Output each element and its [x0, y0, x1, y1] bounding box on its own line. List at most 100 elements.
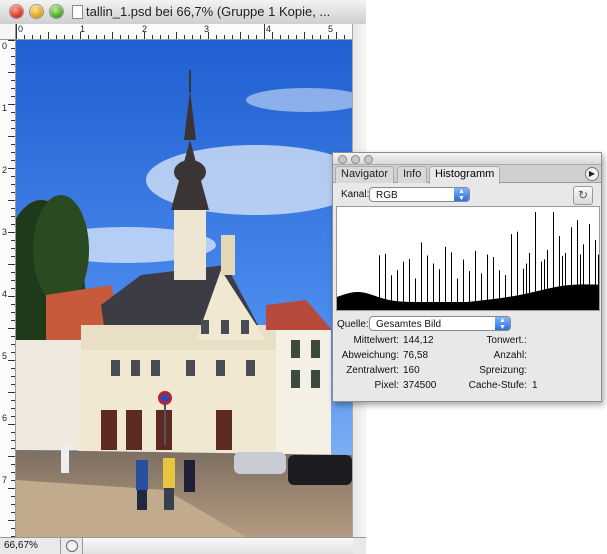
histogram-bar: [583, 244, 584, 310]
ruler-tick: [8, 136, 15, 137]
histogram-bar: [465, 301, 466, 310]
close-icon[interactable]: [10, 5, 23, 18]
ruler-tick: [11, 192, 15, 193]
minimize-icon[interactable]: [30, 5, 43, 18]
histogram-bar: [436, 301, 437, 310]
histogram-bar: [375, 296, 376, 310]
histogram-bar: [391, 275, 392, 310]
ruler-tick: [200, 35, 201, 39]
ruler-tick: [336, 32, 337, 39]
tab-histogram[interactable]: Histogramm: [429, 166, 501, 184]
histogram-bar: [352, 292, 353, 310]
title-bar[interactable]: tallin_1.psd bei 66,7% (Gruppe 1 Kopie, …: [0, 0, 366, 25]
ruler-tick: [240, 32, 241, 39]
status-menu-icon[interactable]: [66, 540, 78, 552]
histogram-bar: [347, 293, 348, 310]
histogram-bar: [374, 295, 375, 310]
ruler-tick: [11, 472, 15, 473]
histogram-bar: [340, 295, 341, 310]
histogram-bar: [485, 299, 486, 310]
histogram-bar: [471, 301, 472, 310]
histogram-bar: [496, 298, 497, 310]
zoom-level[interactable]: 66,67%: [4, 540, 38, 551]
palette-title-bar[interactable]: [333, 153, 601, 165]
ruler-tick: [8, 296, 15, 297]
refresh-icon[interactable]: ↻: [573, 186, 593, 205]
histogram-bar: [549, 288, 550, 310]
ruler-tick: [11, 344, 15, 345]
histogram-bar: [343, 294, 344, 310]
histogram-bar: [434, 301, 435, 310]
ruler-tick: [11, 496, 15, 497]
document-window: tallin_1.psd bei 66,7% (Gruppe 1 Kopie, …: [0, 0, 367, 554]
ruler-tick: [11, 240, 15, 241]
histogram-bar: [355, 292, 356, 310]
histogram-bar: [409, 259, 410, 310]
palette-minimize-icon[interactable]: [351, 155, 360, 164]
ruler-tick: [11, 112, 15, 113]
histogram-bar: [500, 298, 501, 310]
vertical-ruler[interactable]: 0 1 2 3 4 5 6 7: [0, 40, 16, 537]
ruler-tick: [88, 35, 89, 39]
histogram-bar: [526, 263, 527, 310]
ruler-tick: [312, 35, 313, 39]
histogram-bar: [381, 298, 382, 310]
histogram-bar: [362, 292, 363, 310]
histogram-bar: [571, 227, 572, 310]
histogram-bar: [587, 284, 588, 310]
palette-close-icon[interactable]: [338, 155, 347, 164]
tab-navigator[interactable]: Navigator: [335, 166, 395, 183]
histogram-bar: [555, 287, 556, 310]
histogram-bar: [551, 287, 552, 310]
histogram-bar: [337, 296, 338, 310]
ruler-origin[interactable]: [0, 24, 16, 40]
palette-zoom-icon[interactable]: [364, 155, 373, 164]
histogram-bar: [439, 269, 440, 310]
zoom-icon[interactable]: [50, 5, 63, 18]
stat-label-tonal-value: Tonwert.:: [486, 335, 527, 346]
histogram-bar: [585, 284, 586, 310]
histogram-bar: [393, 300, 394, 310]
ruler-tick: [304, 32, 305, 39]
status-bar: 66,67%: [0, 537, 366, 554]
ruler-tick: [11, 304, 15, 305]
histogram-bar: [407, 301, 408, 310]
ruler-tick: [272, 32, 273, 39]
histogram-bar: [457, 278, 458, 310]
histogram-bar: [476, 300, 477, 310]
histogram-bar: [417, 301, 418, 310]
histogram-bar: [556, 286, 557, 310]
histogram-bar: [406, 301, 407, 310]
ruler-label: 1: [2, 103, 8, 113]
histogram-bar: [367, 293, 368, 310]
histogram-bar: [341, 295, 342, 310]
histogram-bar: [468, 301, 469, 310]
horizontal-scrollbar[interactable]: [82, 538, 353, 554]
histogram-bar: [369, 294, 370, 310]
image-canvas[interactable]: [16, 40, 352, 537]
palette-menu-icon[interactable]: ▶: [585, 167, 599, 181]
histogram-bar: [339, 296, 340, 310]
tab-info[interactable]: Info: [397, 166, 428, 183]
histogram-bar: [464, 301, 465, 310]
ruler-tick: [80, 32, 81, 39]
ruler-tick: [8, 264, 15, 265]
histogram-bar: [399, 301, 400, 310]
ruler-tick: [11, 56, 15, 57]
histogram-bar: [577, 220, 578, 310]
ruler-tick: [192, 35, 193, 39]
histogram-bar: [484, 300, 485, 310]
channel-select[interactable]: RGB ▲ ▼: [369, 187, 470, 202]
ruler-tick: [11, 448, 15, 449]
source-select[interactable]: Gesamtes Bild ▲ ▼: [369, 316, 511, 331]
horizontal-ruler[interactable]: 012345: [16, 24, 352, 40]
ruler-tick: [176, 32, 177, 39]
histogram-bar: [415, 278, 416, 310]
histogram-bar: [377, 296, 378, 310]
histogram-bar: [344, 294, 345, 310]
histogram-bar: [383, 298, 384, 310]
histogram-bar: [466, 301, 467, 310]
histogram-bar: [395, 301, 396, 310]
histogram-bar: [512, 296, 513, 310]
histogram-bar: [481, 273, 482, 310]
